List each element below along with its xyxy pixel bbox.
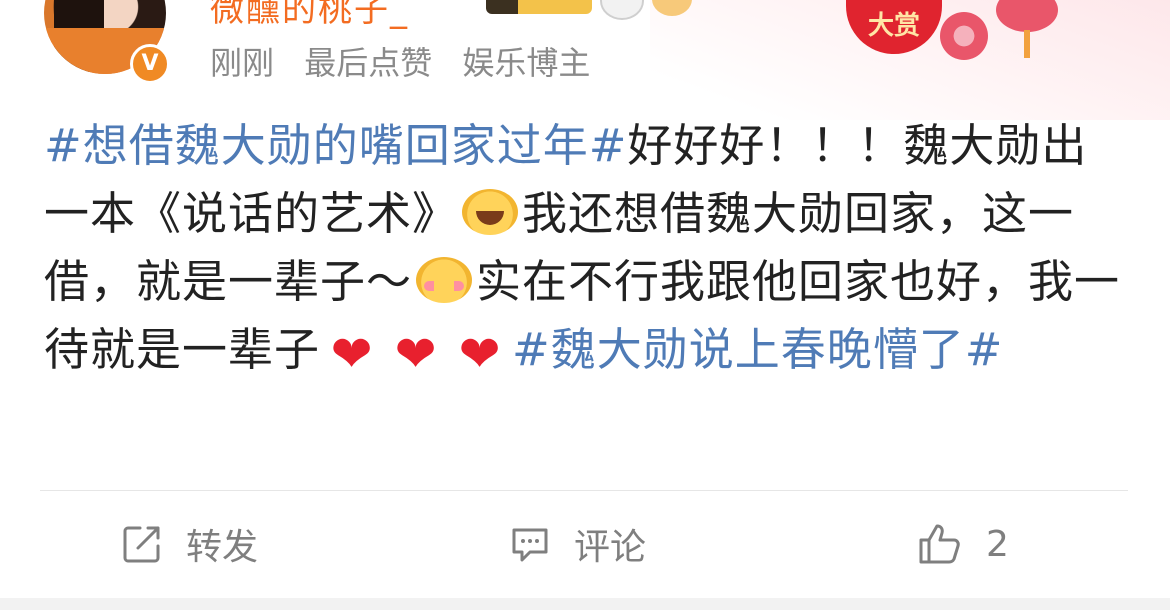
panda-badge-icon[interactable] bbox=[600, 0, 644, 20]
like-count: 2 bbox=[986, 523, 1009, 565]
vip-level-badge-icon[interactable] bbox=[486, 0, 592, 14]
username[interactable]: 微醺的桃子_ bbox=[210, 0, 409, 31]
reward-label: 大赏 bbox=[867, 11, 920, 41]
lantern-tassel bbox=[1024, 30, 1030, 58]
last-like-label: 最后点赞 bbox=[304, 44, 433, 82]
like-button[interactable]: 2 bbox=[916, 516, 1009, 572]
weibo-post-card: V 微醺的桃子_ 刚刚 最后点赞 娱乐博主 大赏 #想借魏大勋的嘴回家过年#好好… bbox=[0, 0, 1170, 610]
hashtag-link[interactable]: #魏大勋说上春晚懵了# bbox=[512, 323, 1003, 376]
comment-icon bbox=[512, 528, 548, 562]
post-meta: 刚刚 最后点赞 娱乐博主 bbox=[210, 38, 610, 84]
hashtag-link[interactable]: #想借魏大勋的嘴回家过年# bbox=[44, 119, 627, 172]
red-heart-emoji: ❤ bbox=[330, 325, 374, 383]
post-time: 刚刚 bbox=[210, 44, 275, 82]
post-content: #想借魏大勋的嘴回家过年#好好好！！！魏大勋出一本《说话的艺术》 我还想借魏大勋回… bbox=[44, 112, 1128, 384]
bottom-separator bbox=[0, 598, 1170, 610]
divider bbox=[40, 490, 1128, 491]
red-heart-emoji: ❤ bbox=[394, 325, 438, 383]
shy-blush-emoji bbox=[416, 257, 473, 303]
repost-label: 转发 bbox=[186, 527, 259, 568]
thumbs-up-icon bbox=[919, 524, 960, 564]
repost-button[interactable]: 转发 bbox=[120, 516, 258, 572]
author-role: 娱乐博主 bbox=[462, 44, 591, 82]
comment-label: 评论 bbox=[574, 527, 647, 568]
comment-button[interactable]: 评论 bbox=[508, 516, 646, 572]
flower-decoration-icon bbox=[940, 12, 988, 60]
red-heart-emoji: ❤ bbox=[458, 325, 502, 383]
repost-icon bbox=[123, 526, 160, 563]
verified-v-icon: V bbox=[130, 44, 170, 84]
laughing-tears-emoji bbox=[462, 189, 519, 235]
